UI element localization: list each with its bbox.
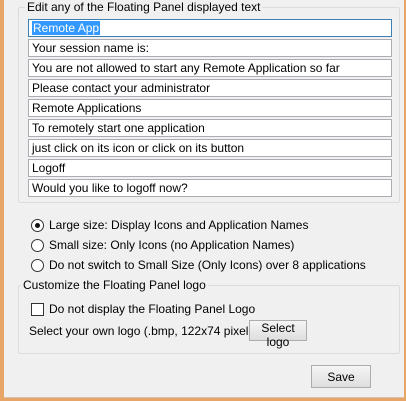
text-field-contact-admin[interactable]: Please contact your administrator [28, 79, 392, 97]
text-field-title[interactable]: Remote App [28, 19, 392, 37]
radio-button-small[interactable] [31, 238, 44, 252]
dialog-window: Edit any of the Floating Panel displayed… [4, 0, 404, 398]
radio-button-large[interactable] [31, 218, 44, 232]
logo-settings-legend: Customize the Floating Panel logo [21, 278, 208, 292]
radio-no-switch[interactable]: Do not switch to Small Size (Only Icons)… [31, 257, 366, 273]
radio-large-size[interactable]: Large size: Display Icons and Applicatio… [31, 217, 308, 233]
text-field-logoff[interactable]: Logoff [28, 159, 392, 177]
radio-small-size[interactable]: Small size: Only Icons (no Application N… [31, 237, 294, 253]
select-logo-text: Select your own logo (.bmp, 122x74 pixel… [29, 324, 259, 338]
radio-large-size-label: Large size: Display Icons and Applicatio… [49, 218, 309, 232]
select-logo-button[interactable]: Select logo [249, 320, 307, 349]
save-button[interactable]: Save [311, 365, 371, 388]
text-field-start-application[interactable]: To remotely start one application [28, 119, 392, 137]
radio-no-switch-label: Do not switch to Small Size (Only Icons)… [49, 258, 366, 272]
hide-logo-checkbox[interactable] [31, 302, 44, 316]
text-settings-legend: Edit any of the Floating Panel displayed… [25, 0, 263, 14]
text-field-click-icon[interactable]: just click on its icon or click on its b… [28, 139, 392, 157]
logo-settings-group: Customize the Floating Panel logo [18, 278, 400, 354]
text-field-remote-applications[interactable]: Remote Applications [28, 99, 392, 117]
hide-logo-checkbox-row[interactable]: Do not display the Floating Panel Logo [31, 301, 255, 317]
radio-button-no-switch[interactable] [31, 258, 44, 272]
text-field-logoff-question[interactable]: Would you like to logoff now? [28, 179, 392, 197]
text-field-not-allowed[interactable]: You are not allowed to start any Remote … [28, 59, 392, 77]
text-field-session-name[interactable]: Your session name is: [28, 39, 392, 57]
hide-logo-label: Do not display the Floating Panel Logo [49, 302, 256, 316]
radio-small-size-label: Small size: Only Icons (no Application N… [49, 238, 295, 252]
